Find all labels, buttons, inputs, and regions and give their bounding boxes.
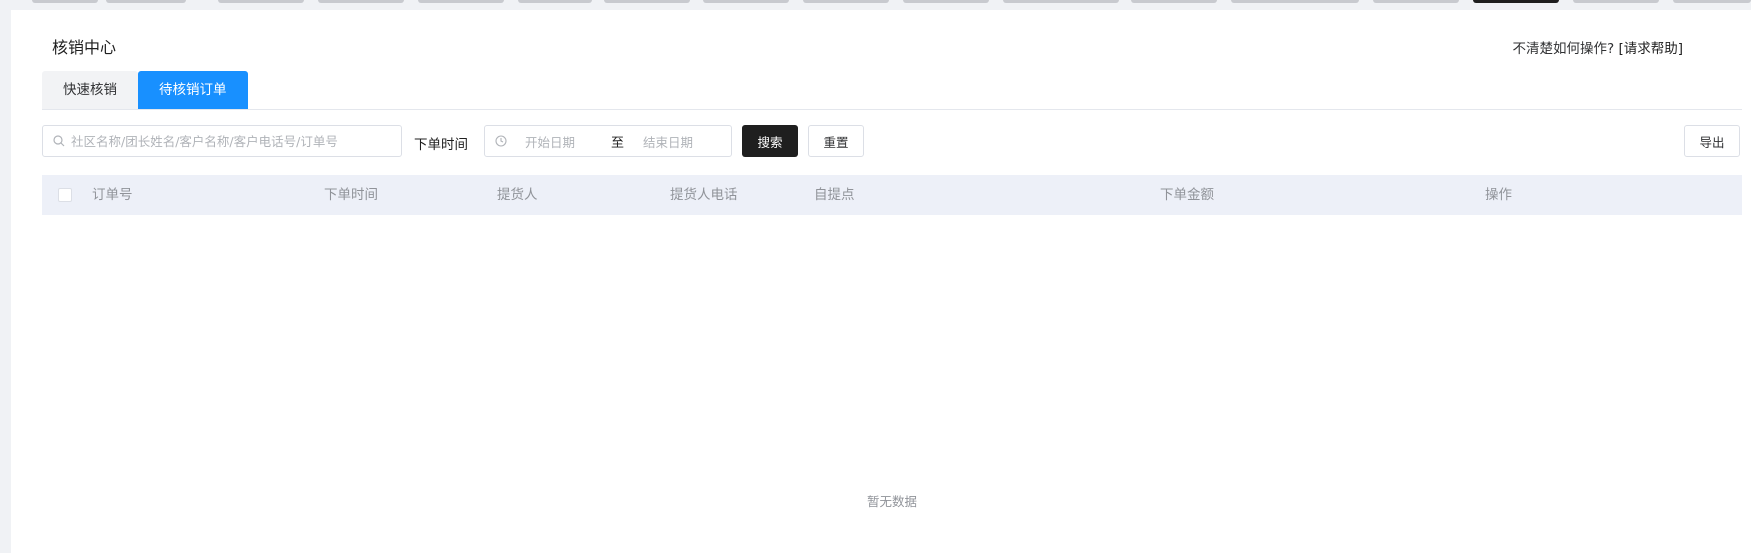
top-tab[interactable] xyxy=(318,0,404,3)
top-tab[interactable] xyxy=(518,0,592,3)
column-header-recipient: 提货人 xyxy=(497,187,538,203)
export-button[interactable]: 导出 xyxy=(1684,125,1740,157)
table-header: 订单号 下单时间 提货人 提货人电话 自提点 下单金额 操作 xyxy=(42,175,1742,215)
clock-icon xyxy=(495,135,507,147)
column-header-order-time: 下单时间 xyxy=(324,187,378,203)
top-tab[interactable] xyxy=(803,0,889,3)
start-date-input[interactable]: 开始日期 xyxy=(525,132,595,151)
help-prefix: 不清楚如何操作? xyxy=(1512,41,1615,57)
top-tab[interactable] xyxy=(1231,0,1359,3)
top-tab[interactable] xyxy=(1673,0,1751,3)
tab-divider xyxy=(42,109,1742,110)
column-header-recipient-phone: 提货人电话 xyxy=(670,187,738,203)
search-button[interactable]: 搜索 xyxy=(742,125,798,157)
end-date-input[interactable]: 结束日期 xyxy=(643,132,693,151)
empty-state-text: 暂无数据 xyxy=(866,494,917,509)
top-tab[interactable] xyxy=(1573,0,1659,3)
help-area: 不清楚如何操作? [请求帮助] xyxy=(1512,37,1683,57)
page-title: 核销中心 xyxy=(52,38,117,57)
search-field[interactable] xyxy=(42,125,402,157)
tab-pending-orders[interactable]: 待核销订单 xyxy=(138,71,248,109)
date-range-picker[interactable]: 开始日期 至 结束日期 xyxy=(484,125,732,157)
top-tab[interactable] xyxy=(32,0,98,3)
reset-button[interactable]: 重置 xyxy=(808,125,864,157)
top-tab[interactable] xyxy=(1373,0,1459,3)
tab-bar: 快速核销 待核销订单 xyxy=(42,71,248,109)
top-tab[interactable] xyxy=(703,0,789,3)
top-tab[interactable] xyxy=(903,0,989,3)
main-panel: 核销中心 不清楚如何操作? [请求帮助] 快速核销 待核销订单 下单时间 开始日… xyxy=(11,10,1751,553)
column-header-actions: 操作 xyxy=(1485,187,1512,203)
search-input[interactable] xyxy=(71,127,391,155)
top-tab[interactable] xyxy=(218,0,304,3)
column-header-order-no: 订单号 xyxy=(92,187,133,203)
browser-tab-strip xyxy=(0,0,1751,10)
date-range-separator: 至 xyxy=(611,135,625,151)
column-header-order-amount: 下单金额 xyxy=(1160,187,1214,203)
order-time-label: 下单时间 xyxy=(414,137,468,153)
top-tab[interactable] xyxy=(418,0,504,3)
top-tab[interactable] xyxy=(604,0,690,3)
search-icon xyxy=(53,135,65,147)
top-tab[interactable] xyxy=(1003,0,1119,3)
left-gutter xyxy=(0,0,11,553)
top-tab-active[interactable] xyxy=(1473,0,1559,3)
top-tab[interactable] xyxy=(106,0,186,3)
column-header-pickup-point: 自提点 xyxy=(814,187,855,203)
tab-quick-verify[interactable]: 快速核销 xyxy=(42,71,138,109)
help-link[interactable]: [请求帮助] xyxy=(1618,41,1683,57)
top-tab[interactable] xyxy=(1131,0,1217,3)
select-all-checkbox[interactable] xyxy=(58,188,72,202)
